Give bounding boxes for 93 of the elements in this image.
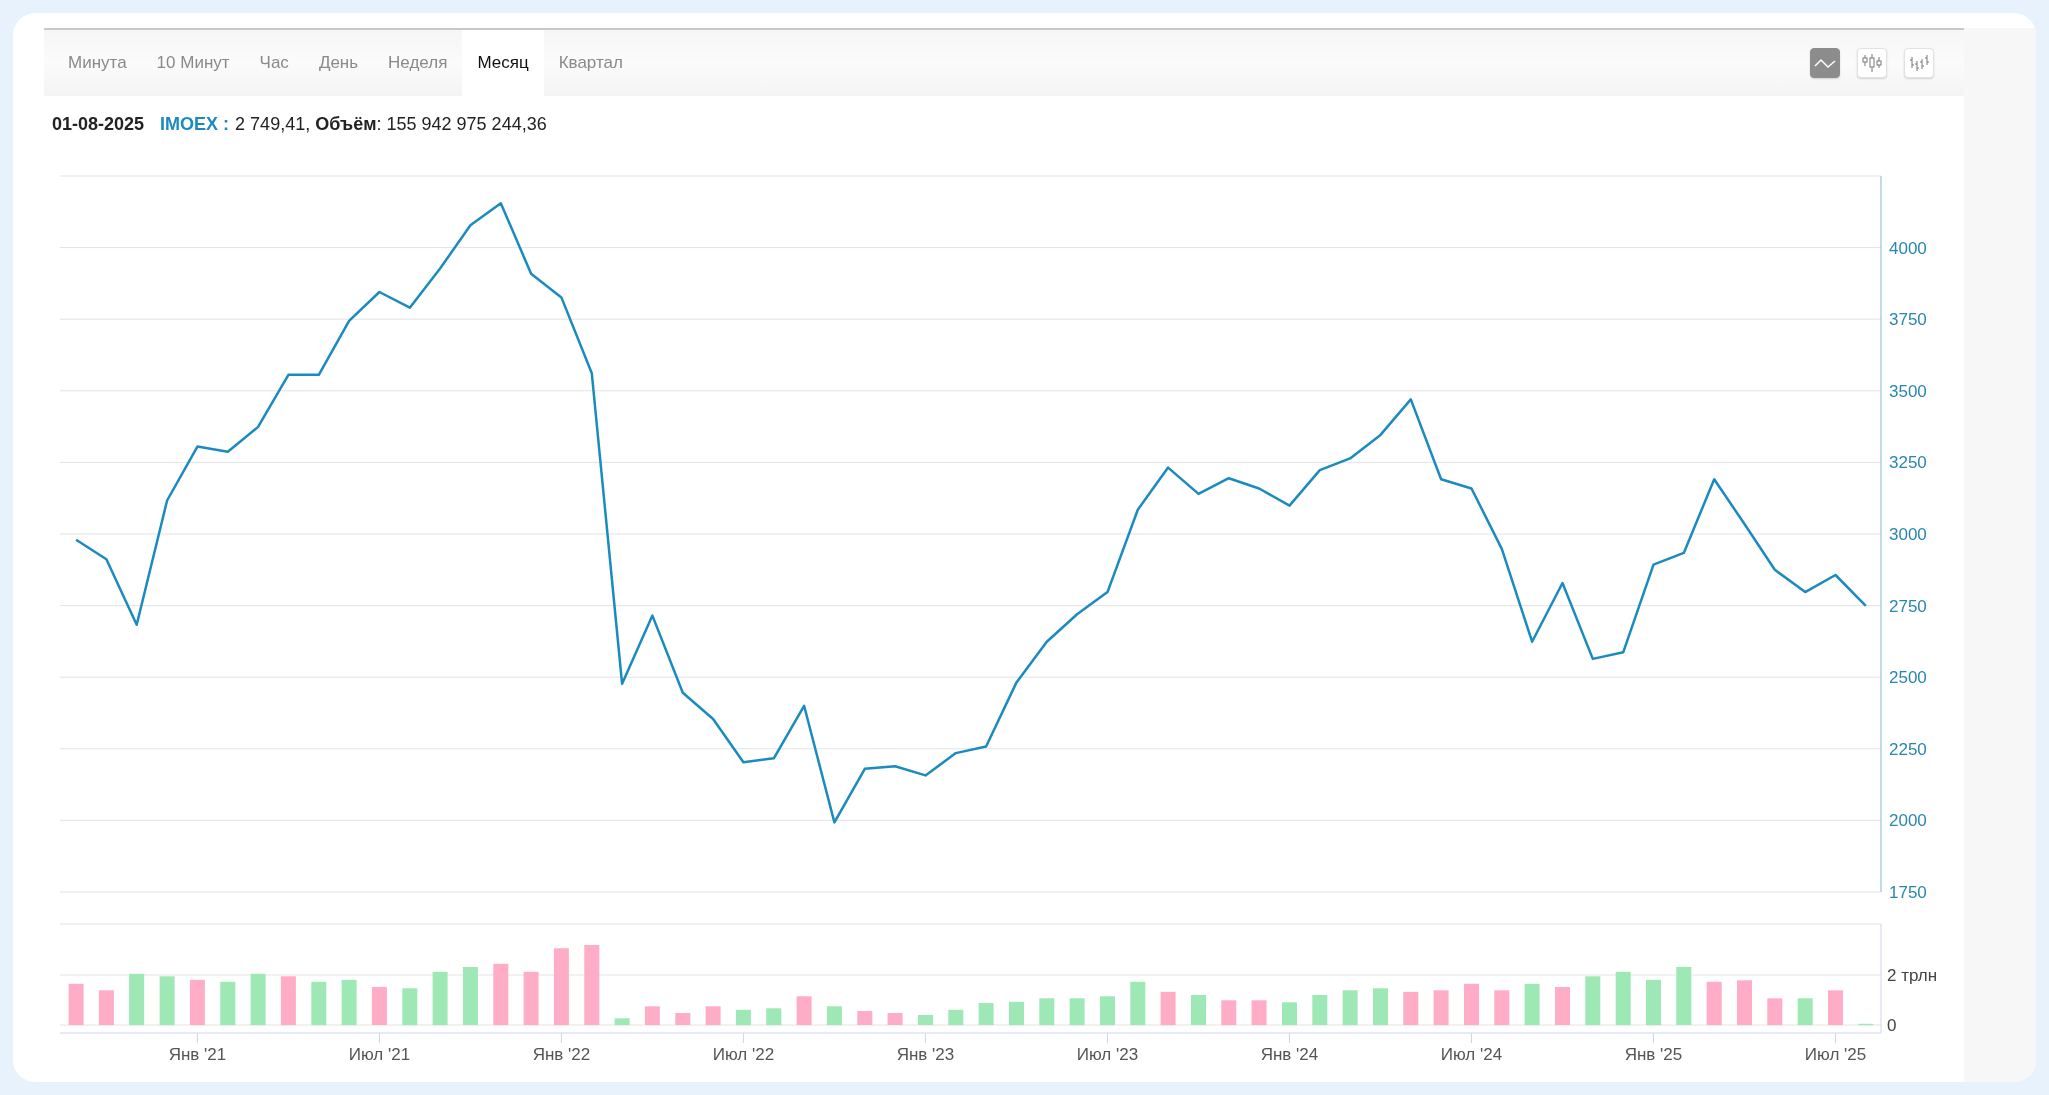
volume-bar: [1615, 971, 1631, 1026]
volume-bar: [1494, 990, 1510, 1026]
axis-label: Июл '24: [1440, 1045, 1503, 1064]
volume-bar: [644, 1006, 660, 1026]
volume-bar: [1797, 998, 1813, 1026]
ticker-label: IMOEX :: [160, 114, 230, 135]
volume-bar: [614, 1018, 630, 1026]
axis-label: Янв '24: [1260, 1045, 1319, 1064]
volume-bar: [857, 1011, 873, 1025]
volume-bar: [189, 979, 205, 1026]
volume-bar: [402, 988, 418, 1026]
volume-bar: [1737, 980, 1752, 1026]
volume-bar: [1160, 991, 1176, 1026]
volume-bar: [1130, 981, 1146, 1026]
axis-label: 0: [1887, 1016, 1897, 1035]
axis-label: Янв '23: [896, 1045, 955, 1064]
axis-label: 2750: [1889, 596, 1927, 616]
price-volume-text: 2 749,41, Объём: 155 942 975 244,36: [235, 114, 547, 135]
volume-bar: [1524, 983, 1540, 1026]
volume-bar: [1464, 983, 1479, 1026]
period-tab[interactable]: Квартал: [543, 30, 638, 96]
volume-bar: [68, 983, 84, 1026]
axis-label: 3250: [1889, 453, 1927, 473]
volume-bar: [341, 979, 357, 1026]
chart-type-button[interactable]: [1810, 48, 1840, 78]
volume-bar: [978, 1003, 994, 1025]
volume-bar: [1191, 995, 1206, 1025]
volume-bar: [1403, 991, 1419, 1026]
volume-bar: [1646, 979, 1661, 1026]
volume-bar: [432, 971, 448, 1026]
volume-bar: [1009, 1001, 1024, 1026]
volume-bar: [1039, 998, 1055, 1026]
volume-bar: [1069, 998, 1085, 1026]
axis-label: 3500: [1889, 381, 1927, 401]
volume-bar: [1858, 1023, 1874, 1026]
volume-bar: [1555, 987, 1570, 1025]
volume-bar: [1282, 1002, 1297, 1026]
axis-label: Июл '22: [712, 1045, 775, 1064]
date-label: 01-08-2025: [52, 114, 145, 135]
volume-bar: [1342, 990, 1358, 1026]
volume-bar: [705, 1006, 721, 1026]
volume-bar: [918, 1015, 933, 1025]
volume-bar: [371, 987, 387, 1025]
volume-bar: [1585, 976, 1601, 1026]
axis-label: Июл '23: [1076, 1045, 1139, 1064]
period-tab[interactable]: Месяц: [462, 30, 544, 96]
volume-bar: [1373, 988, 1388, 1026]
candlestick-icon: [1861, 52, 1883, 74]
volume-bar: [1676, 967, 1692, 1025]
volume-bar: [311, 981, 327, 1026]
volume-bar: [1100, 996, 1115, 1026]
period-tab[interactable]: День: [303, 30, 374, 96]
volume-bar: [887, 1013, 903, 1025]
axis-label: 2250: [1889, 739, 1927, 759]
volume-bar: [1767, 998, 1783, 1026]
axis-label: Янв '21: [168, 1045, 227, 1064]
volume-bar: [1251, 1000, 1267, 1026]
volume-bar: [1706, 981, 1722, 1026]
axis-label: 2500: [1889, 668, 1927, 688]
ohlc-bars-icon: [1908, 52, 1930, 74]
volume-bar: [220, 981, 236, 1026]
volume-bar: [129, 973, 145, 1026]
volume-bar: [493, 963, 509, 1026]
axis-label: Янв '25: [1624, 1045, 1683, 1064]
volume-bar: [1312, 995, 1328, 1025]
axis-label: Июл '25: [1804, 1045, 1867, 1064]
volume-bar: [766, 1008, 782, 1026]
volume-bar: [796, 996, 812, 1026]
volume-bar: [675, 1013, 691, 1025]
volume-bar: [735, 1009, 751, 1026]
period-tab[interactable]: Неделя: [373, 30, 463, 96]
volume-bar: [98, 990, 114, 1026]
period-tab[interactable]: Час: [244, 30, 304, 96]
volume-bar: [1433, 990, 1449, 1026]
volume-bar: [826, 1006, 842, 1026]
axis-label: 2000: [1889, 811, 1927, 831]
volume-bar: [1221, 1000, 1237, 1026]
volume-bar: [250, 973, 266, 1026]
axis-label: 3750: [1889, 310, 1927, 330]
volume-bar: [280, 976, 296, 1026]
axis-label: Июл '21: [348, 1045, 411, 1064]
volume-bar: [159, 976, 175, 1026]
axis-label: 4000: [1889, 238, 1927, 258]
axis-label: Янв '22: [532, 1045, 591, 1064]
axis-label: 1750: [1889, 883, 1927, 902]
volume-bar: [462, 967, 478, 1025]
volume-bar: [1828, 990, 1843, 1026]
axis-label: 2 трлн: [1887, 966, 1938, 985]
volume-bar: [523, 971, 539, 1026]
period-tab[interactable]: 10 Минут: [141, 30, 245, 96]
period-tab[interactable]: Минута: [44, 30, 142, 96]
volume-bar: [948, 1009, 964, 1026]
axis-label: 3000: [1889, 525, 1927, 544]
